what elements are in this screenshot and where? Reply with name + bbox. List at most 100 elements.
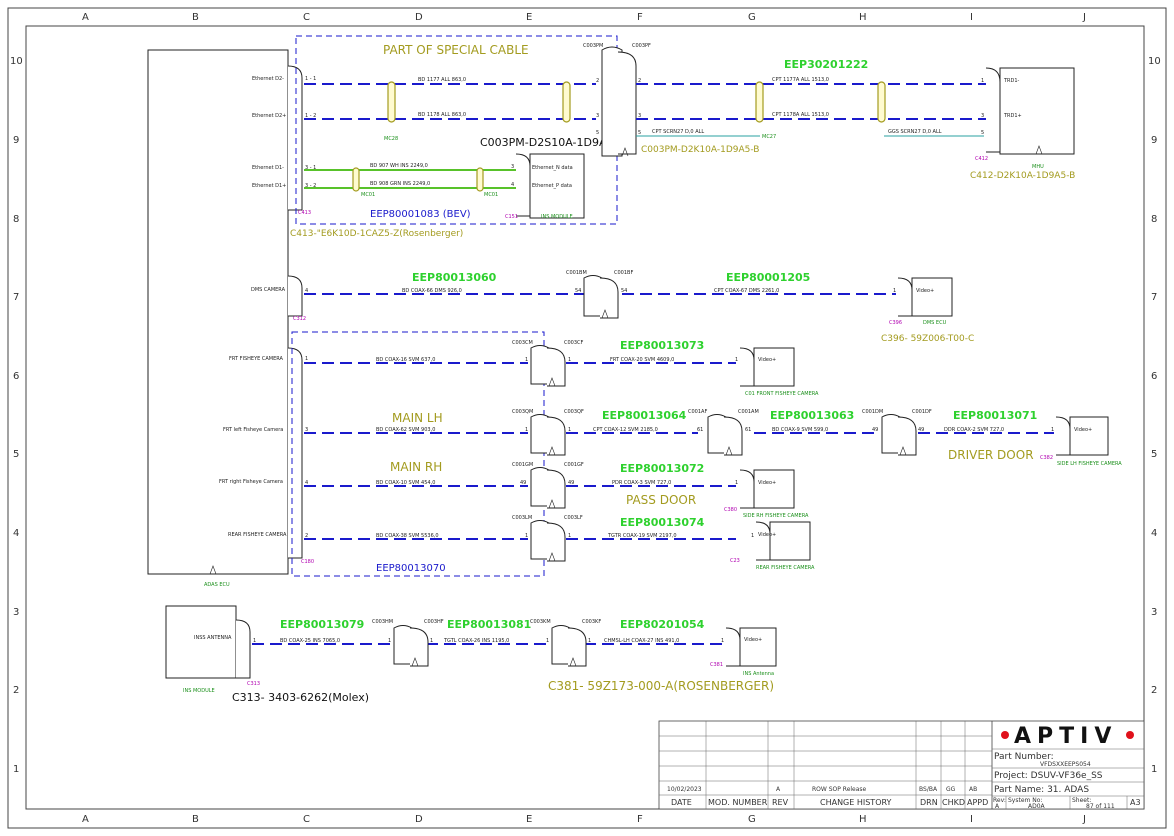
- connector-c003pf-body: [617, 51, 637, 155]
- row-label: 8: [1151, 214, 1157, 225]
- connector-c003cm-body: [530, 345, 550, 385]
- ins-antenna-device[interactable]: Video+ 1 C381 INS Antenna: [710, 627, 777, 677]
- connector-label: C003CF: [564, 340, 584, 346]
- connector-c003cf-body: [546, 347, 566, 387]
- svg-text:1: 1: [546, 638, 549, 644]
- inss-antenna-box: [165, 605, 237, 679]
- eep-label: EEP80013063: [770, 409, 854, 422]
- wire-label: BD COAX-10 SVM 454,0: [376, 480, 435, 486]
- connector-c001am-body: [723, 416, 743, 456]
- row-label: 3: [13, 607, 19, 618]
- eep80013070-label: EEP80013070: [376, 563, 446, 574]
- header-chkd: CHKD: [942, 798, 965, 807]
- driver-door-label: DRIVER DOOR: [948, 448, 1034, 462]
- side-lh-camera-device[interactable]: Video+ 1 C382 SIDE LH FISHEYE CAMERA: [1040, 416, 1122, 467]
- side-rh-connector: [739, 469, 755, 509]
- connector-c001g[interactable]: C001GM C001GF 49 49: [512, 462, 584, 509]
- header-drn: DRN: [920, 798, 938, 807]
- header-mod: MOD. NUMBER: [708, 798, 768, 807]
- history-drn: BS/BA: [919, 786, 938, 793]
- col-label: J: [1082, 12, 1086, 23]
- wire-label: BD COAX-62 SVM 903,0: [376, 427, 435, 433]
- ferrite-label: MC27: [762, 134, 776, 140]
- connector-c413-label: C413: [298, 210, 311, 216]
- connector-c003hf-body: [409, 627, 429, 667]
- connector-c001af-body: [707, 414, 727, 454]
- c396-label: C396: [889, 320, 902, 326]
- main-lh-label: MAIN LH: [392, 411, 443, 425]
- sheet-size: A3: [1130, 798, 1141, 807]
- pin-trd1p: TRD1+: [1003, 113, 1022, 119]
- col-label: C: [303, 12, 310, 23]
- mhu-device[interactable]: TRD1- TRD1+ 1 3 5 MHU C412: [975, 67, 1075, 170]
- history-chkd: GG: [946, 786, 956, 793]
- svg-text:1: 1: [735, 480, 738, 486]
- row-label: 2: [1151, 685, 1157, 696]
- wire-label: BD 1178 ALL 863,0: [418, 112, 466, 118]
- c396-part-label: C396- 59Z006-T00-C: [881, 334, 974, 344]
- connector-c003k[interactable]: C003KM C003KF 1 1: [530, 619, 601, 667]
- col-label: G: [748, 12, 756, 23]
- ins-module-device[interactable]: Ethernet_N data Ethernet_P data 3 4 INS …: [505, 153, 585, 220]
- wire-label: FRT COAX-20 SVM 4609,0: [610, 357, 674, 363]
- wire-label: DDR COAX-2 SVM 727,0: [944, 427, 1004, 433]
- col-label: F: [637, 12, 643, 23]
- side-rh-box: [753, 469, 795, 509]
- eep-label: EEP30201222: [784, 58, 868, 71]
- c381-part-label: C381- 59Z173-000-A(ROSENBERGER): [548, 679, 774, 693]
- ins-antenna-label: INS Antenna: [743, 671, 774, 677]
- ferrite-mc01-right: [476, 167, 484, 192]
- svg-text:1: 1: [388, 638, 391, 644]
- row-label: 7: [13, 292, 19, 303]
- ecu-connector-c312: [287, 275, 303, 317]
- svg-text:61: 61: [745, 427, 751, 433]
- connector-c001gm-body: [530, 467, 550, 507]
- part-number-value: VFDSXXEEPS054: [1040, 761, 1091, 768]
- col-label: E: [526, 12, 532, 23]
- connector-label: C001AF: [688, 409, 707, 415]
- svg-text:1: 1: [305, 356, 308, 362]
- wire-label: CPT COAX-12 SVM 2185,0: [593, 427, 658, 433]
- pin-eth-d1m: Ethernet D1-: [252, 165, 284, 171]
- part-name-label: Part Name: 31. ADAS: [994, 785, 1089, 795]
- connector-label: C003PM: [583, 43, 603, 49]
- adas-ecu[interactable]: ADAS ECU C413 C312 C180 Ethernet D2- Eth…: [147, 49, 316, 588]
- inss-antenna-device[interactable]: INSS ANTENNA 1 INS MODULE C313: [165, 605, 260, 694]
- side-rh-camera-device[interactable]: Video+ 1 C380 SIDE RH FISHEYE CAMERA: [724, 469, 809, 519]
- rear-cam-label: REAR FISHEYE CAMERA: [756, 565, 815, 571]
- col-label: B: [192, 12, 199, 23]
- svg-text:1: 1: [568, 427, 571, 433]
- dms-ecu-label: DMS ECU: [923, 320, 947, 326]
- logo-dot-left: [1001, 731, 1009, 739]
- front-camera-device[interactable]: Video+ C01 FRONT FISHEYE CAMERA 1: [735, 347, 819, 397]
- ferrite-mc27-left: [755, 81, 764, 123]
- pin-dms: DMS CAMERA: [251, 287, 286, 293]
- eep-label: EEP80013071: [953, 409, 1037, 422]
- wiring-diagram: A B C D E F G H I J A B C D E F G H I J …: [7, 7, 1167, 829]
- connector-c001a[interactable]: C001AF C001AM 61 61: [688, 409, 759, 456]
- dms-connector: [897, 277, 913, 317]
- rear-camera-device[interactable]: Video+ 1 C23 REAR FISHEYE CAMERA: [730, 521, 815, 571]
- special-cable-label: PART OF SPECIAL CABLE: [383, 43, 529, 57]
- row-label: 10: [1148, 56, 1161, 67]
- col-label: F: [637, 814, 643, 825]
- dms-ecu-device[interactable]: Video+ 1 DMS ECU C396: [889, 277, 953, 326]
- col-label: A: [82, 814, 89, 825]
- connector-c003qf-body: [546, 416, 566, 456]
- title-block: 10/02/2023 A ROW SOP Release BS/BA GG AB…: [658, 720, 1145, 810]
- row-label: 4: [1151, 528, 1157, 539]
- connector-label: C001BF: [614, 270, 633, 276]
- svg-text:1: 1: [893, 288, 896, 294]
- connector-label: C001AM: [738, 409, 759, 415]
- connector-c003kf-body: [567, 627, 587, 667]
- wire-label: BD COAX-25 INS 7065,0: [280, 638, 340, 644]
- wire-label: TGTL COAX-26 INS 1195,0: [443, 638, 509, 644]
- col-label: E: [526, 814, 532, 825]
- svg-text:49: 49: [520, 480, 526, 486]
- connector-c003h[interactable]: C003HM C003HF 1 1: [372, 619, 444, 667]
- pin-rear-fisheye: REAR FISHEYE CAMERA: [228, 532, 287, 538]
- connector-c001d[interactable]: C001DM C001DF 49 49: [862, 409, 932, 456]
- pass-door-label: PASS DOOR: [626, 493, 696, 507]
- connector-c003km-body: [551, 625, 571, 665]
- header-appd: APPD: [967, 798, 988, 807]
